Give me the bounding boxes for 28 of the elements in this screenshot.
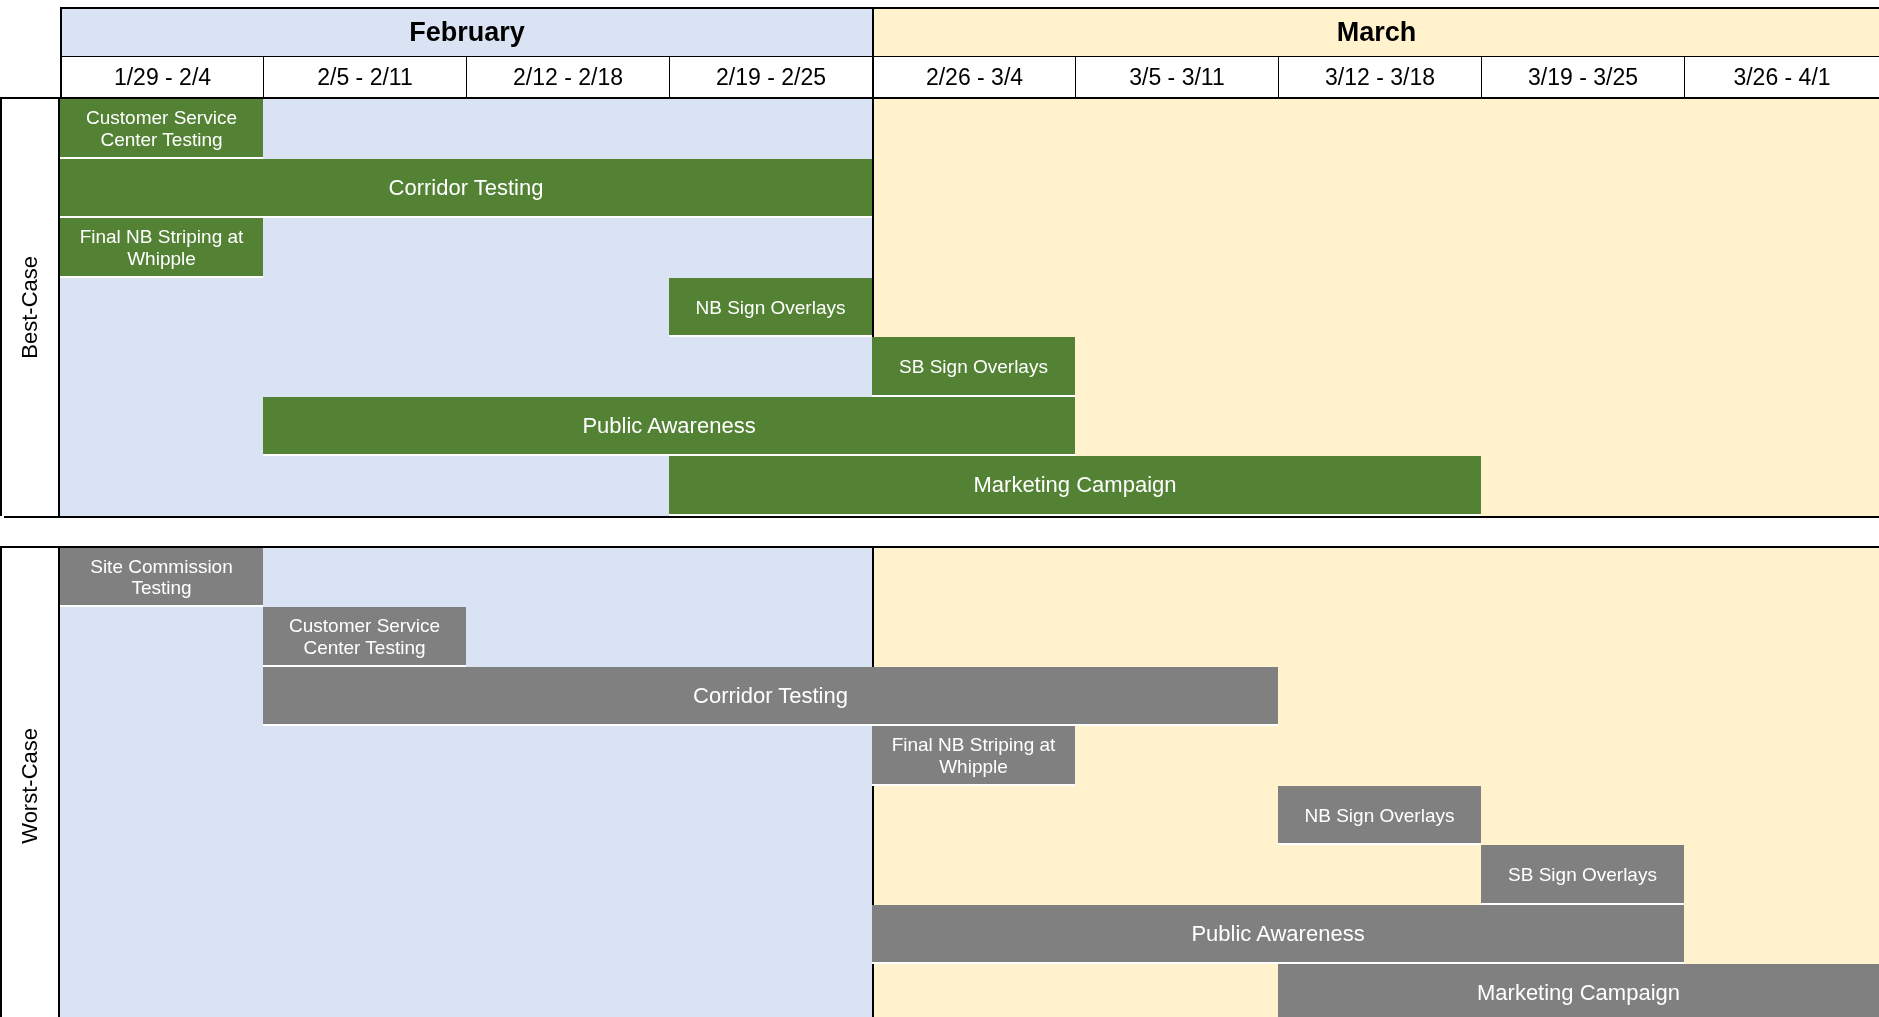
task-label: Site Commission Testing <box>89 556 234 599</box>
section-label: Worst-Case <box>17 727 43 844</box>
week-header: 1/29 - 2/4 <box>60 56 263 97</box>
task-label: Corridor Testing <box>693 683 848 709</box>
task-label: Customer Service Center Testing <box>85 107 238 150</box>
task-label: Final NB Striping at Whipple <box>890 734 1057 777</box>
task-label: Corridor Testing <box>388 175 544 201</box>
task-label: Final NB Striping at Whipple <box>78 226 245 269</box>
task-label: NB Sign Overlays <box>695 296 846 318</box>
week-header: 3/5 - 3/11 <box>1075 56 1278 97</box>
task-label: Marketing Campaign <box>973 473 1177 499</box>
task-label: Public Awareness <box>1191 921 1365 947</box>
task-label: Public Awareness <box>582 413 756 439</box>
task-label: SB Sign Overlays <box>1508 864 1657 886</box>
task-label: Customer Service Center Testing <box>288 615 441 658</box>
week-header: 3/19 - 3/25 <box>1481 56 1684 97</box>
week-header: 2/26 - 3/4 <box>872 56 1075 97</box>
task-label: Marketing Campaign <box>1477 981 1680 1007</box>
task-label: NB Sign Overlays <box>1304 804 1455 826</box>
week-header: 2/12 - 2/18 <box>466 56 669 97</box>
week-header: 3/12 - 3/18 <box>1278 56 1481 97</box>
month-header: February <box>60 7 872 56</box>
week-header: 3/26 - 4/1 <box>1684 56 1879 97</box>
section-label: Best-Case <box>17 255 43 359</box>
week-header: 2/19 - 2/25 <box>669 56 872 97</box>
task-label: SB Sign Overlays <box>899 356 1048 378</box>
week-header: 2/5 - 2/11 <box>263 56 466 97</box>
month-header: March <box>872 7 1879 56</box>
